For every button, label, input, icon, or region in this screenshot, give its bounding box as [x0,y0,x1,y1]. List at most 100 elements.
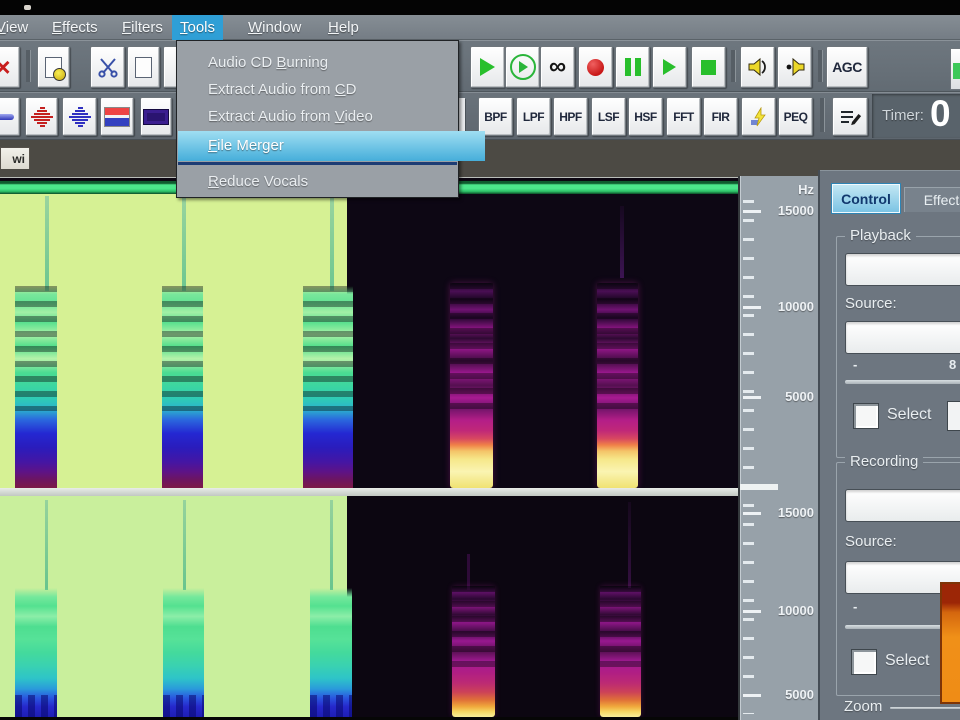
record-button[interactable] [578,46,613,88]
recording-select-checkbox[interactable] [851,649,877,675]
lpf-filter-button[interactable]: LPF [516,97,551,136]
hsf-label: HSF [634,109,657,124]
agc-button[interactable]: AGC [826,46,868,88]
cut-button[interactable] [90,46,125,88]
spectral-energy-column [15,588,57,717]
spectral-energy-column [597,283,638,488]
mix-pattern-icon [104,106,130,127]
toolbar-separator [731,50,735,82]
ruler-label-5000-b: 5000 [785,687,814,702]
menu-filters[interactable]: Filters [114,15,171,40]
playback-select-checkbox[interactable] [853,403,879,429]
file-tab[interactable]: wi [0,147,30,169]
save-file-button[interactable] [37,46,70,88]
playback-group-title: Playback [845,227,916,244]
recording-volume-slider[interactable] [845,625,945,629]
tab-control[interactable]: Control [832,184,900,213]
delete-button[interactable]: × [0,46,20,88]
spectral-energy-column [303,286,353,488]
red-waveform-icon [30,106,53,127]
lightning-icon [750,106,766,126]
blank-selection-button[interactable] [140,97,172,136]
hpf-filter-button[interactable]: HPF [553,97,588,136]
paste-button[interactable] [127,46,160,88]
clipped-edge-button[interactable] [950,48,960,90]
fir-filter-button[interactable]: FIR [703,97,738,136]
hsf-filter-button[interactable]: HSF [628,97,663,136]
menu-item-reduce-vocals[interactable]: Reduce Vocals [178,168,485,195]
loop-button[interactable]: ∞ [540,46,575,88]
toolbar-separator [818,50,822,82]
flat-line-button[interactable] [0,97,20,136]
playback-range-min: - [853,357,858,372]
toolbar-separator [26,50,30,82]
ruler-unit: Hz [798,182,814,197]
pause-button[interactable] [615,46,650,88]
harmonic-spike [628,502,631,588]
title-strip [0,0,960,15]
spectrogram-channel-right[interactable] [0,496,738,717]
menu-item-extract-audio-video[interactable]: Extract Audio from Video [178,103,485,130]
lpf-label: LPF [522,109,545,124]
clipped-control[interactable] [947,401,960,431]
circle-play-icon [509,54,536,80]
recording-source-label: Source: [845,533,897,550]
wave-reverse-button[interactable] [25,97,58,136]
menu-item-extract-audio-cd[interactable]: Extract Audio from CD [178,76,485,103]
ruler-label-5000: 5000 [785,389,814,404]
playback-source-select[interactable] [845,321,960,354]
menu-tools[interactable]: Tools [172,15,224,40]
fir-label: FIR [711,109,730,124]
level-meter-orange [940,582,960,704]
menu-help[interactable]: Help [320,15,367,40]
stop-button[interactable] [691,46,726,88]
harmonic-spike [467,554,470,590]
document-icon [135,56,152,78]
mix-paste-button[interactable] [100,97,134,136]
toolbar-separator [820,98,824,132]
menu-view[interactable]: View [0,15,36,40]
video-artifact-dot [24,5,31,10]
spectrogram-channel-left[interactable] [0,194,738,488]
playback-source-label: Source: [845,295,897,312]
bpf-label: BPF [484,109,507,124]
channel-divider [0,488,738,496]
playback-select-label: Select [887,406,932,423]
playback-group: Playback Source: - 8 Select [836,227,960,458]
edit-list-button[interactable] [832,97,868,136]
recording-device-select[interactable] [845,489,960,522]
tab-control-label: Control [841,190,891,207]
menu-effects[interactable]: Effects [44,15,106,40]
spectral-energy-column [163,588,204,717]
playback-volume-slider[interactable] [845,380,960,384]
recording-group-title: Recording [845,453,924,470]
file-tab-label: wi [12,151,25,166]
peq-filter-button[interactable]: PEQ [778,97,813,136]
menu-item-file-merger[interactable]: File Merger [178,131,485,161]
play-selection-button[interactable] [652,46,687,88]
spectral-energy-column [452,586,495,717]
harmonic-spike [330,196,334,291]
tab-effects[interactable]: Effects [904,187,960,212]
menu-window[interactable]: Window [240,15,309,40]
timer-value: 0 [930,93,951,134]
play-icon [663,59,676,75]
fft-filter-button[interactable]: FFT [666,97,701,136]
document-badge-icon [45,56,66,81]
quick-effect-button[interactable] [741,97,776,136]
spectral-energy-column [450,283,493,488]
wave-forward-button[interactable] [62,97,97,136]
play-all-button[interactable] [505,46,540,88]
pause-icon [624,58,641,76]
menu-item-audio-cd-burning[interactable]: Audio CD Burning [178,49,485,76]
playback-device-select[interactable] [845,253,960,286]
recording-select-label: Select [885,652,930,669]
record-icon [587,58,604,76]
speaker-mute-button[interactable] [777,46,812,88]
lsf-filter-button[interactable]: LSF [591,97,626,136]
menu-separator [178,162,457,165]
speaker-swap-button[interactable] [740,46,775,88]
peq-label: PEQ [783,109,808,124]
ruler-channel-divider [740,484,778,490]
tab-effects-label: Effects [923,192,960,208]
